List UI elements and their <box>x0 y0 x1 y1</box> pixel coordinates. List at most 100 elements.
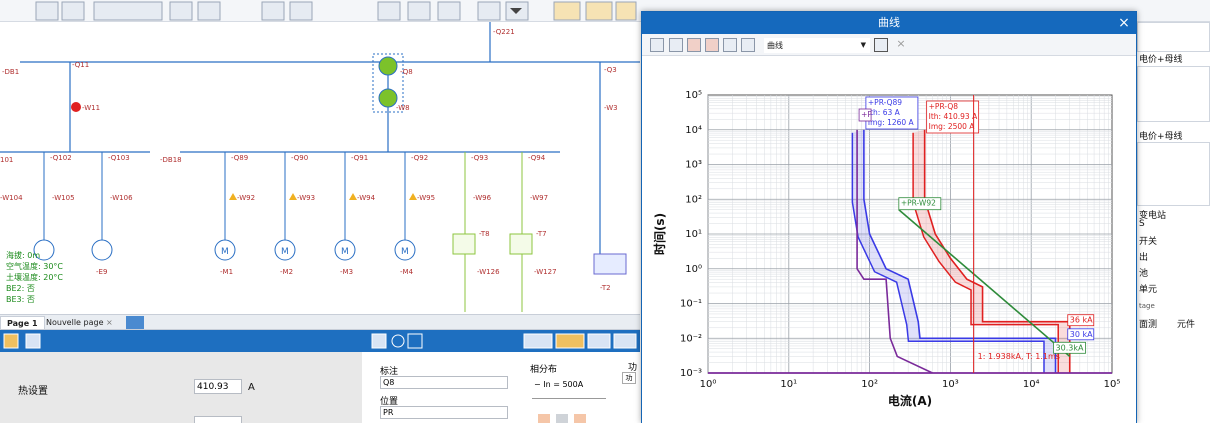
warning-icon <box>409 193 417 200</box>
curve-copy-icon[interactable] <box>723 38 737 52</box>
toolbar-tool-icon[interactable] <box>197 1 221 21</box>
annotation-text: 36 kA <box>1070 316 1093 325</box>
edit-icon[interactable] <box>371 333 387 349</box>
annotation-text: 30 kA <box>1070 330 1093 339</box>
pan-icon[interactable] <box>741 38 755 52</box>
toolbar-tool-icon[interactable] <box>615 1 637 21</box>
curve-select[interactable]: 曲线 ▼ <box>764 38 870 53</box>
curve-red-icon[interactable] <box>687 38 701 52</box>
load-label: -M3 <box>340 268 353 276</box>
position-input[interactable] <box>380 406 508 419</box>
toolbar-tool-icon[interactable] <box>61 1 85 21</box>
transformer-load[interactable] <box>452 233 476 255</box>
tcc-chart[interactable]: 10⁰ 10¹ 10² 10³ 10⁴ 10⁵ 10⁻³ 10⁻² 10⁻¹ 10⁰ 10¹ 10² 1… <box>642 57 1136 423</box>
toolbar-tool-icon[interactable] <box>477 1 501 21</box>
chevron-down-icon: ▼ <box>860 41 866 49</box>
delete-icon[interactable]: × <box>894 38 908 52</box>
curve-edit-icon[interactable] <box>705 38 719 52</box>
lamp-load[interactable] <box>91 239 113 261</box>
series-label-text: +PR-Q89 <box>868 98 902 107</box>
library-label[interactable]: S <box>1139 219 1145 229</box>
toolbar-tool-icon[interactable] <box>407 1 431 21</box>
cable-label: -W127 <box>534 268 557 276</box>
y-tick-label: 10³ <box>685 160 702 171</box>
info-air-temp: 空气温度: 30°C <box>6 261 63 271</box>
locate-icon[interactable] <box>391 334 405 348</box>
library-label[interactable]: 面测 <box>1139 317 1157 330</box>
toolbar-tool-icon[interactable] <box>437 1 461 21</box>
toolbar-tool-icon[interactable] <box>35 1 59 21</box>
breaker-q8-top[interactable] <box>378 56 398 76</box>
curve-select-value: 曲线 <box>767 41 783 50</box>
function-box[interactable]: 功 <box>622 372 636 384</box>
close-icon[interactable]: × <box>106 318 113 327</box>
breaker-label: -Q103 <box>108 154 130 162</box>
toolbar-tool-icon[interactable] <box>93 1 163 21</box>
library-label[interactable]: 电价+母线 <box>1139 129 1183 142</box>
label-db1: -DB1 <box>2 68 19 76</box>
new-tab-icon[interactable] <box>126 316 144 329</box>
toolbar-tool-icon[interactable] <box>377 1 401 21</box>
x-tick-label: 10³ <box>942 379 959 390</box>
warning-icon <box>349 193 357 200</box>
rated-current-label: − In = 500A <box>534 380 584 389</box>
phase-swatch[interactable] <box>574 414 586 423</box>
toolbar-tool-icon[interactable] <box>289 1 313 21</box>
info-soil-temp: 土壤温度: 20°C <box>6 272 63 282</box>
layout-icon[interactable] <box>613 333 637 349</box>
close-icon[interactable]: × <box>1116 12 1132 34</box>
load-label: -T8 <box>479 230 490 238</box>
layout-icon[interactable] <box>587 333 611 349</box>
label-101: 101 <box>0 156 13 164</box>
library-item[interactable] <box>1137 142 1210 206</box>
library-label[interactable]: 池 <box>1139 266 1148 279</box>
cable-label: -W126 <box>477 268 500 276</box>
x-tick-label: 10¹ <box>780 379 797 390</box>
label-t2: -T2 <box>600 284 611 292</box>
page-tabs: Page 1 Nouvelle page × <box>0 314 640 330</box>
breaker-q8-bottom[interactable] <box>378 88 398 108</box>
phase-swatch[interactable] <box>538 414 550 423</box>
secondary-setting-input[interactable] <box>194 416 242 423</box>
breaker-label: -Q90 <box>291 154 308 162</box>
phase-swatch[interactable] <box>556 414 568 423</box>
thermal-unit: A <box>248 382 255 393</box>
layout-icon[interactable] <box>555 333 585 349</box>
thermal-setting-input[interactable] <box>194 379 242 394</box>
fit-icon[interactable] <box>407 333 423 349</box>
library-label[interactable]: 电价+母线 <box>1139 52 1183 65</box>
label-w8: -W8 <box>396 104 410 112</box>
curve-icon[interactable] <box>669 38 683 52</box>
tab-nouvelle-page[interactable]: Nouvelle page × <box>40 316 119 329</box>
library-item[interactable] <box>1137 66 1210 122</box>
tab-page-1[interactable]: Page 1 <box>0 316 45 329</box>
load-label: -M2 <box>280 268 293 276</box>
label-w11: -W11 <box>82 104 100 112</box>
toolbar-tool-icon[interactable] <box>585 1 613 21</box>
library-label[interactable]: 元件 <box>1177 317 1195 330</box>
annotation-input[interactable] <box>380 376 508 389</box>
library-item[interactable] <box>1137 22 1210 52</box>
library-label[interactable]: 出 <box>1139 250 1148 263</box>
library-label[interactable]: 开关 <box>1139 234 1157 247</box>
toolbar-tool-icon[interactable] <box>553 1 581 21</box>
phase-distribution-label: 相分布 <box>530 365 558 375</box>
load-label: -E9 <box>96 268 107 276</box>
toolbar-tool-icon[interactable] <box>261 1 285 21</box>
time-current-chart: 10⁰ 10¹ 10² 10³ 10⁴ 10⁵ 10⁻³ 10⁻² 10⁻¹ 10⁰ 10¹ 10² 1… <box>652 90 1121 408</box>
x-tick-label: 10⁵ <box>1104 379 1121 390</box>
transformer-t2[interactable] <box>593 253 627 275</box>
grid-icon[interactable] <box>650 38 664 52</box>
list-view-icon[interactable] <box>25 333 41 349</box>
library-label[interactable]: tage <box>1139 302 1155 310</box>
toolbar-tool-icon[interactable] <box>169 1 193 21</box>
transformer-load[interactable] <box>509 233 533 255</box>
properties-toolbar <box>0 330 640 352</box>
label-q11: -Q11 <box>72 61 89 69</box>
library-label[interactable]: 单元 <box>1139 282 1157 295</box>
save-icon[interactable] <box>874 38 888 52</box>
layout-icon[interactable] <box>523 333 553 349</box>
x-tick-label: 10² <box>861 379 878 390</box>
y-tick-label: 10² <box>685 194 702 205</box>
grid-view-icon[interactable] <box>3 333 19 349</box>
